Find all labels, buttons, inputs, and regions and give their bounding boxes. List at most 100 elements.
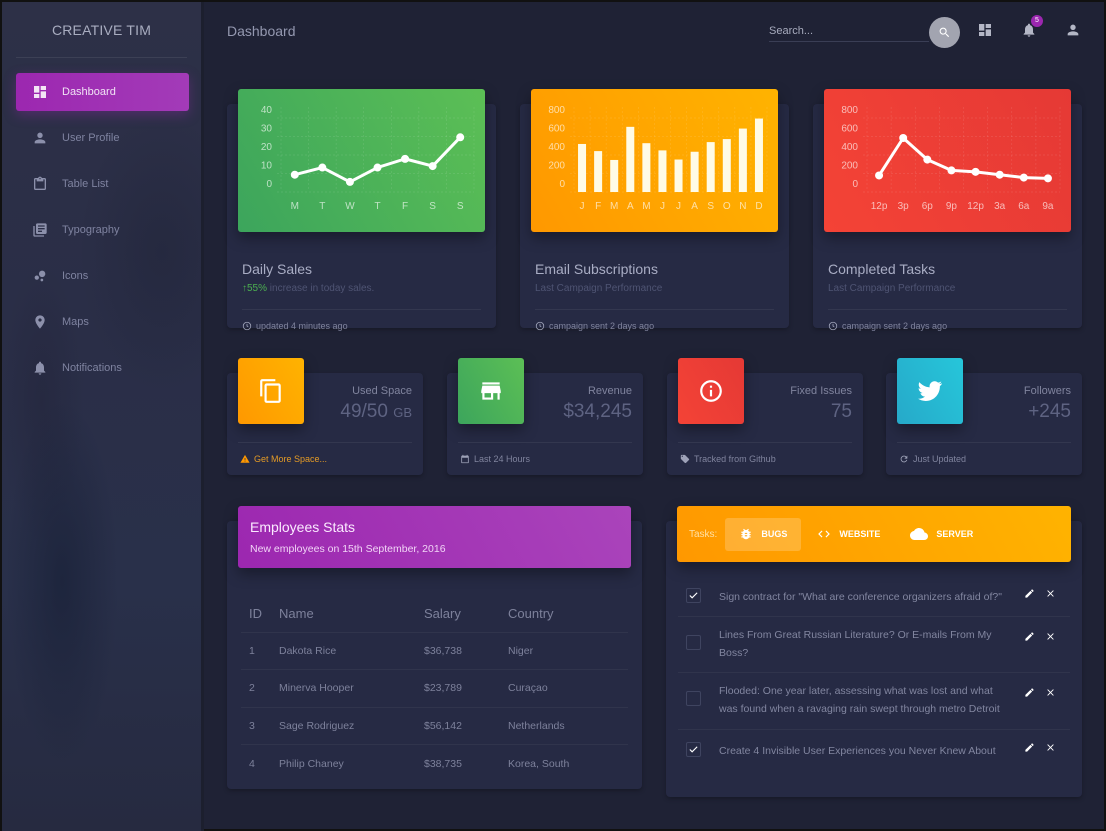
cell-country: Niger	[508, 632, 628, 670]
remove-task-button[interactable]	[1045, 742, 1056, 753]
y-tick-label: 600	[841, 124, 858, 135]
check-icon	[689, 746, 698, 753]
data-point	[290, 170, 299, 179]
stat-category: Revenue	[587, 385, 632, 397]
page-title: Dashboard	[227, 23, 296, 39]
sidebar-item-user-profile[interactable]: User Profile	[16, 119, 189, 157]
tag-icon	[680, 454, 690, 464]
data-point	[373, 163, 382, 172]
y-tick-label: 200	[841, 161, 858, 172]
cell-salary: $38,735	[424, 757, 462, 770]
stat-footer-text: Last 24 Hours	[474, 454, 531, 464]
column-header-country[interactable]: Country	[508, 596, 628, 633]
tab-bugs[interactable]: BUGS	[725, 517, 802, 551]
data-point	[971, 167, 980, 176]
bar	[674, 159, 683, 192]
edit-task-button[interactable]	[1024, 588, 1035, 599]
person-icon	[1067, 24, 1079, 36]
notification-badge: 5	[1031, 15, 1043, 27]
table-row[interactable]: 3 Sage Rodriguez $56,142 Netherlands	[241, 707, 628, 745]
y-tick-label: 800	[548, 105, 565, 116]
tab-website[interactable]: WEBSITE	[803, 518, 894, 551]
tab-server[interactable]: SERVER	[896, 518, 987, 551]
sidebar-item-dashboard[interactable]: Dashboard	[16, 73, 189, 111]
task-checkbox[interactable]	[686, 588, 701, 603]
twitter-icon	[918, 381, 943, 401]
used-space-card: Used Space 49/50 GB Get More Space...	[227, 358, 423, 475]
column-header-name[interactable]: Name	[279, 596, 424, 633]
series-line	[294, 136, 462, 184]
stat-value-number: 49/50	[340, 401, 388, 422]
y-tick-label: 0	[266, 179, 272, 190]
notifications-button[interactable]: 5	[1021, 15, 1043, 38]
x-tick-label: D	[755, 201, 762, 212]
bar	[722, 139, 731, 192]
data-point	[318, 163, 327, 172]
x-tick-label: F	[402, 201, 408, 212]
x-tick-label: 6p	[922, 201, 934, 212]
divider	[242, 309, 481, 310]
daily-sales-card: 40 30 20 10 0 M T W T F S S Daily Sales ↑55% increa…	[227, 89, 496, 331]
content-copy-icon	[260, 379, 281, 403]
person-icon	[32, 130, 48, 146]
edit-task-button[interactable]	[1024, 742, 1035, 753]
dashboard-button[interactable]	[977, 22, 993, 38]
get-more-space-link[interactable]: Get More Space...	[240, 454, 327, 464]
employees-table: ID Name Salary Country 1 Dakota Rice $36…	[241, 596, 628, 782]
sidebar-item-notifications[interactable]: Notifications	[16, 349, 189, 387]
sidebar-item-typography[interactable]: Typography	[16, 211, 189, 249]
task-actions	[1024, 631, 1056, 642]
column-header-salary[interactable]: Salary	[424, 596, 508, 633]
fixed-issues-card: Fixed Issues 75 Tracked from Github	[667, 358, 863, 475]
library-books-icon	[32, 222, 48, 238]
task-text: Flooded: One year later, assessing what …	[719, 685, 1000, 715]
task-item: Flooded: One year later, assessing what …	[678, 673, 1070, 730]
data-point	[456, 133, 465, 142]
x-tick-label: 12p	[967, 201, 984, 212]
sidebar-item-icons[interactable]: Icons	[16, 257, 189, 295]
task-checkbox[interactable]	[686, 691, 701, 706]
task-checkbox[interactable]	[686, 742, 701, 757]
x-tick-label: M	[642, 201, 650, 212]
x-tick-label: M	[610, 201, 618, 212]
data-point	[428, 162, 437, 171]
stat-value: 49/50 GB	[340, 401, 412, 423]
edit-task-button[interactable]	[1024, 631, 1035, 642]
bar	[642, 143, 651, 192]
card-title: Email Subscriptions	[535, 261, 658, 277]
table-row[interactable]: 1 Dakota Rice $36,738 Niger	[241, 632, 628, 670]
sidebar-item-maps[interactable]: Maps	[16, 303, 189, 341]
table-row[interactable]: 2 Minerva Hooper $23,789 Curaçao	[241, 669, 628, 708]
sidebar-item-label: Dashboard	[62, 86, 116, 98]
user-profile-button[interactable]	[1065, 22, 1081, 38]
table-row[interactable]: 4 Philip Chaney $38,735 Korea, South	[241, 745, 628, 783]
x-tick-label: A	[627, 201, 634, 212]
remove-task-button[interactable]	[1045, 631, 1056, 642]
email-subscriptions-card: 800 600 400 200 0 J F M A M J J A S O N D Email Subscrip…	[520, 89, 789, 331]
code-icon	[818, 530, 831, 538]
task-text: Create 4 Invisible User Experiences you …	[719, 745, 996, 757]
search-button[interactable]	[929, 17, 960, 48]
cell-name: Sage Rodriguez	[279, 707, 424, 745]
x-tick-label: S	[707, 201, 714, 212]
cell-country: Korea, South	[508, 757, 570, 770]
store-icon	[481, 382, 501, 400]
task-item: Create 4 Invisible User Experiences you …	[678, 730, 1070, 772]
column-header-id[interactable]: ID	[241, 596, 279, 633]
remove-task-button[interactable]	[1045, 687, 1056, 698]
remove-task-button[interactable]	[1045, 588, 1056, 599]
x-tick-label: T	[374, 201, 380, 212]
sidebar-item-label: User Profile	[62, 132, 120, 144]
search-input[interactable]	[769, 20, 929, 42]
check-icon	[689, 592, 698, 599]
brand-logo[interactable]: CREATIVE TIM	[16, 2, 187, 58]
edit-task-button[interactable]	[1024, 687, 1035, 698]
task-actions	[1024, 742, 1056, 753]
y-tick-label: 400	[841, 142, 858, 153]
clock-icon	[242, 321, 252, 331]
x-tick-label: F	[595, 201, 601, 212]
sidebar-item-table-list[interactable]: Table List	[16, 165, 189, 203]
stat-category: Used Space	[352, 385, 412, 397]
location-pin-icon	[32, 314, 48, 330]
task-checkbox[interactable]	[686, 635, 701, 650]
